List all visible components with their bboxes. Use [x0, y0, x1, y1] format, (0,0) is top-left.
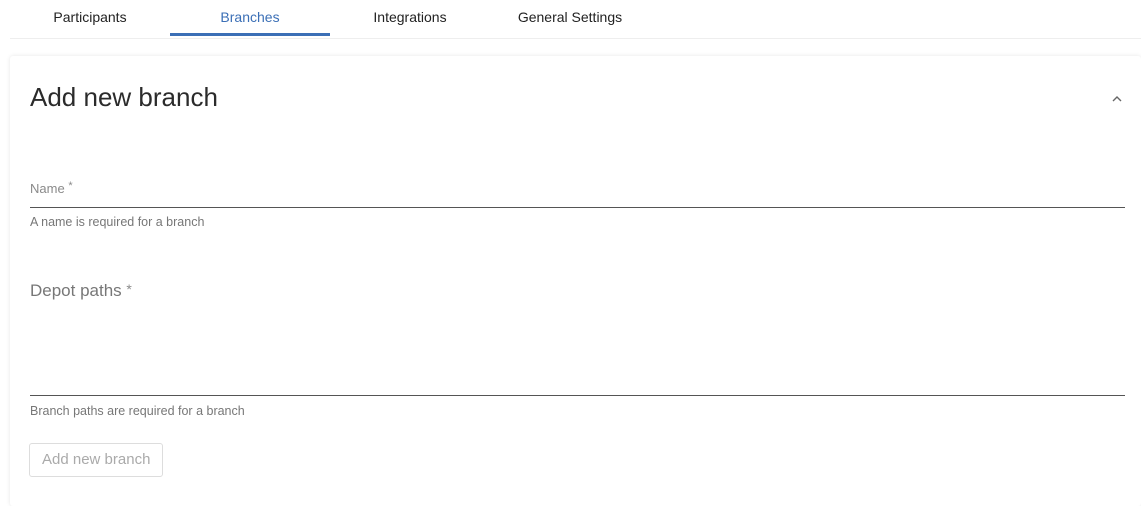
tab-participants[interactable]: Participants — [10, 0, 170, 36]
tab-label: Integrations — [373, 9, 447, 25]
tab-general-settings[interactable]: General Settings — [490, 0, 650, 36]
required-mark: * — [126, 281, 132, 297]
tab-integrations[interactable]: Integrations — [330, 0, 490, 36]
name-helper-text: A name is required for a branch — [30, 215, 205, 229]
chevron-up-icon[interactable] — [1109, 92, 1125, 106]
tab-bar: Participants Branches Integrations Gener… — [10, 0, 1141, 39]
tab-label: General Settings — [517, 9, 623, 25]
depot-paths-field[interactable]: Depot paths * — [30, 281, 1125, 397]
required-mark: * — [68, 180, 73, 192]
tab-label: Participants — [53, 9, 127, 25]
name-field-label: Name * — [30, 180, 73, 196]
tab-branches[interactable]: Branches — [170, 0, 330, 36]
depot-paths-label: Depot paths * — [30, 281, 132, 300]
name-label-text: Name — [30, 181, 65, 196]
depot-paths-helper-text: Branch paths are required for a branch — [30, 404, 245, 418]
panel-title: Add new branch — [30, 82, 218, 112]
depot-label-text: Depot paths — [30, 281, 122, 300]
tab-label: Branches — [220, 9, 280, 25]
name-field-underline — [30, 207, 1125, 208]
depot-paths-underline — [30, 395, 1125, 396]
add-branch-panel: Add new branch Name * A name is required… — [10, 56, 1141, 506]
name-field[interactable]: Name * — [30, 180, 1125, 210]
add-new-branch-button[interactable]: Add new branch — [29, 443, 164, 477]
